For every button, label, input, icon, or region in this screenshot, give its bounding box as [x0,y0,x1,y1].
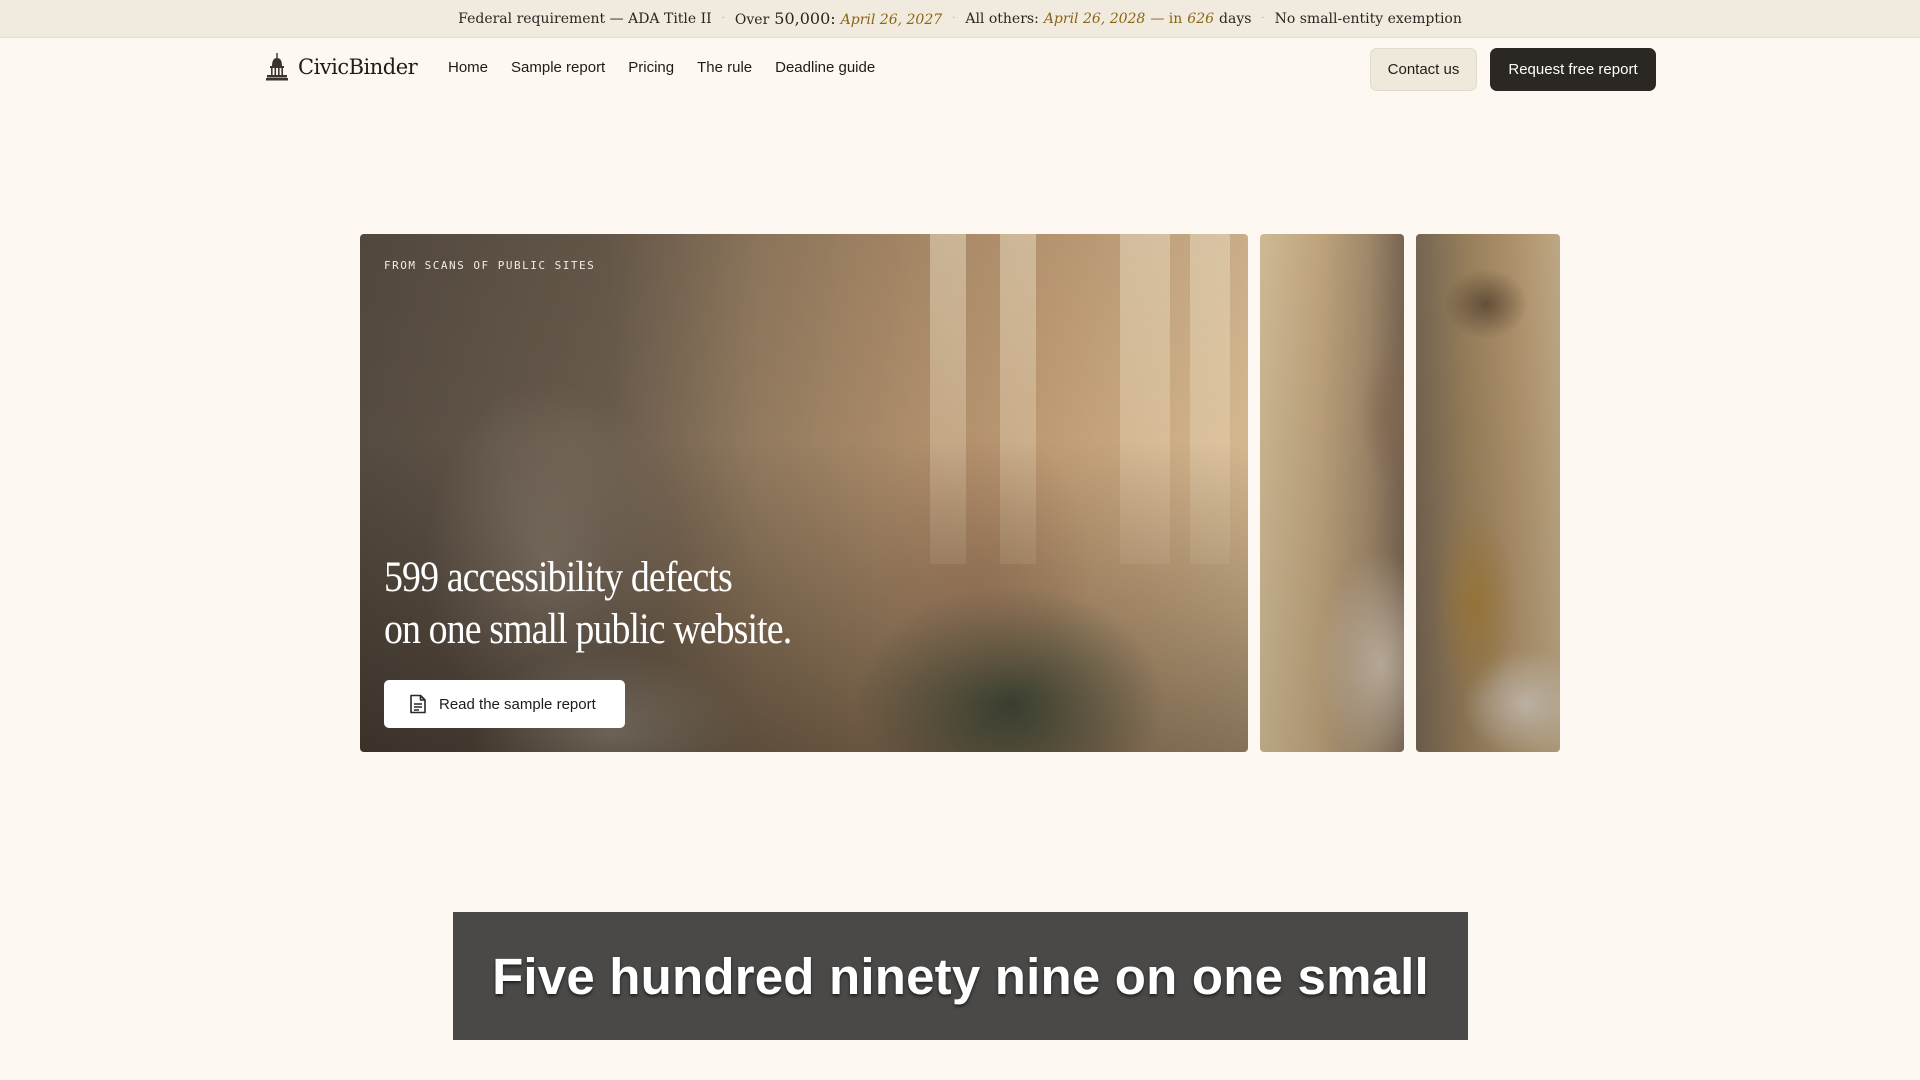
other-entities-deadline: April 26, 2028 [1043,10,1146,27]
days-remaining-count: 626 [1187,10,1215,27]
nav-links: Home Sample report Pricing The rule Dead… [448,59,875,76]
read-sample-report-button[interactable]: Read the sample report [384,680,625,728]
large-entities-threshold: 50,000: [774,9,836,28]
capitol-dome-icon [266,53,288,81]
read-sample-report-label: Read the sample report [439,695,596,713]
hero-eyebrow: FROM SCANS OF PUBLIC SITES [384,259,596,272]
exemption-text: No small-entity exemption [1274,10,1462,27]
carousel-card-3[interactable] [1416,234,1560,752]
nav-link-deadline-guide[interactable]: Deadline guide [775,59,875,76]
days-label: days [1219,10,1252,27]
other-entities-mid: — in [1150,10,1183,27]
carousel-card-2[interactable] [1260,234,1404,752]
document-icon [410,694,426,714]
announcement-exemption: No small-entity exemption [1275,11,1462,27]
brand-name: CivicBinder [298,55,418,79]
request-free-report-button[interactable]: Request free report [1490,48,1656,91]
announcement-other-entities: All others: April 26, 2028 — in 626 days [965,11,1251,27]
carousel-card-overlay [1260,234,1404,752]
caption-band: Five hundred ninety nine on one small [453,912,1468,1040]
announcement-requirement-text: Federal requirement — ADA Title II [458,10,712,27]
nav-link-home[interactable]: Home [448,59,488,76]
separator-dot: · [721,13,725,24]
separator-dot: · [952,13,956,24]
separator-dot: · [1261,13,1265,24]
large-entities-prefix: Over [734,12,770,28]
nav-link-pricing[interactable]: Pricing [628,59,674,76]
caption-text: Five hundred ninety nine on one small [492,947,1429,1005]
announcement-bar: Federal requirement — ADA Title II · Ove… [0,0,1920,38]
hero-title-line-1: 599 accessibility defects [384,554,733,601]
hero-title-line-2: on one small public website. [384,606,792,653]
hero-image-overlay [360,234,1248,752]
carousel-card-overlay [1416,234,1560,752]
nav-link-the-rule[interactable]: The rule [697,59,752,76]
announcement-large-entities: Over 50,000: April 26, 2027 [735,9,942,28]
main-navigation: CivicBinder Home Sample report Pricing T… [0,38,1920,100]
hero-image-card: FROM SCANS OF PUBLIC SITES 599 accessibi… [360,234,1248,752]
hero-title: 599 accessibility defects on one small p… [384,552,842,656]
brand-home-link[interactable]: CivicBinder [266,53,418,81]
contact-us-button[interactable]: Contact us [1370,48,1477,91]
announcement-requirement: Federal requirement — ADA Title II [458,11,712,27]
other-entities-prefix: All others: [965,10,1039,27]
nav-link-sample-report[interactable]: Sample report [511,59,605,76]
large-entities-deadline: April 26, 2027 [840,12,943,28]
